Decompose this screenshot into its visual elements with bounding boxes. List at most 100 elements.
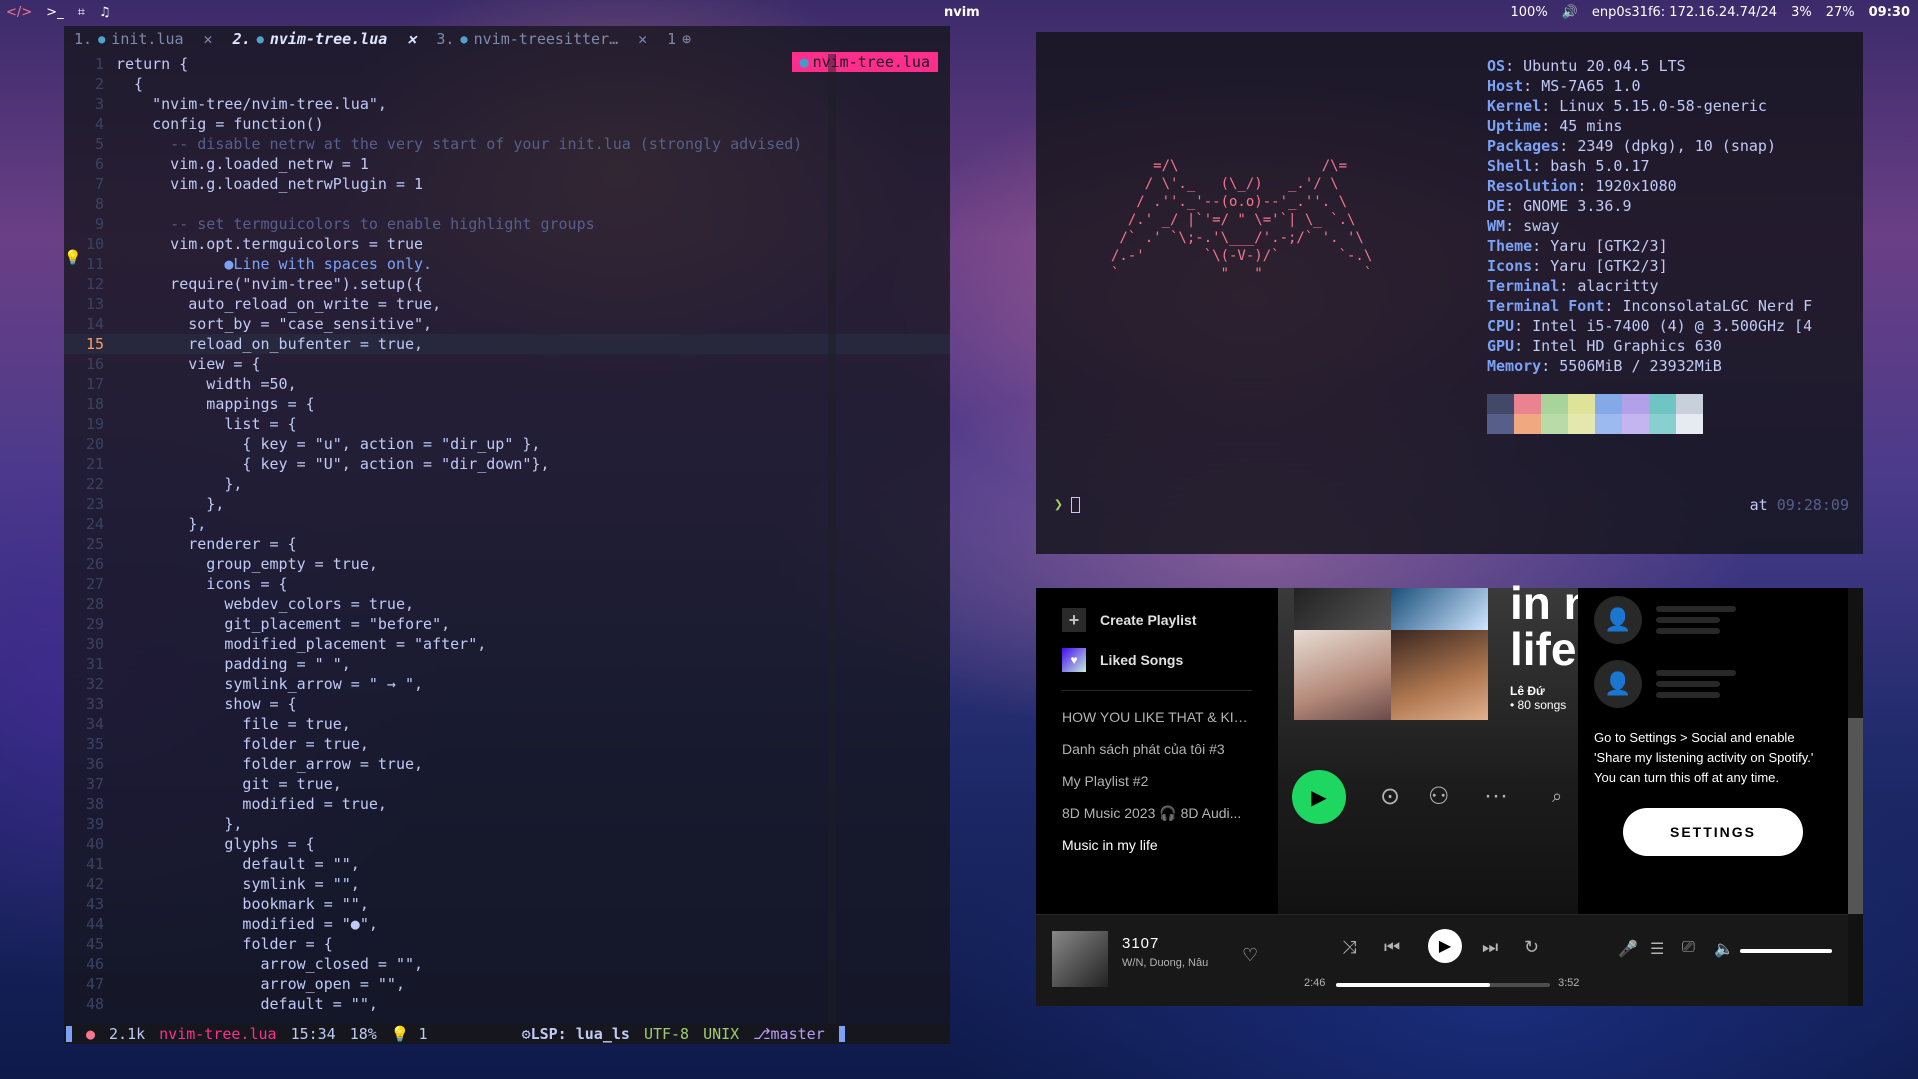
create-playlist-button[interactable]: + Create Playlist xyxy=(1036,600,1278,640)
code-line[interactable]: 8 xyxy=(64,194,950,214)
code-line[interactable]: 12 require("nvim-tree").setup({ xyxy=(64,274,950,294)
liked-songs-button[interactable]: ♥ Liked Songs xyxy=(1036,640,1278,680)
close-icon[interactable]: ✕ xyxy=(204,29,213,49)
now-playing-artist[interactable]: W/N, Duong, Nâu xyxy=(1122,957,1208,969)
workspace-4[interactable]: ♫ xyxy=(99,5,111,20)
code-line[interactable]: 32 symlink_arrow = " → ", xyxy=(64,674,950,694)
search-icon[interactable]: ⌕ xyxy=(1552,786,1562,807)
code-line[interactable]: 7 vim.g.loaded_netrwPlugin = 1 xyxy=(64,174,950,194)
code-line[interactable]: 13 auto_reload_on_write = true, xyxy=(64,294,950,314)
repeat-icon[interactable]: ↻ xyxy=(1524,937,1539,958)
add-user-icon[interactable]: ⚇ xyxy=(1428,782,1450,811)
code-line[interactable]: 37 git = true, xyxy=(64,774,950,794)
sidebar-playlist-item[interactable]: 8D Music 2023 🎧 8D Audi... xyxy=(1036,797,1252,829)
code-line[interactable]: 30 modified_placement = "after", xyxy=(64,634,950,654)
code-line[interactable]: 46 arrow_closed = "", xyxy=(64,954,950,974)
volume-icon[interactable]: 🔈 xyxy=(1714,939,1734,959)
code-line[interactable]: 35 folder = true, xyxy=(64,734,950,754)
tab-nvim-tree-lua[interactable]: 2. ● nvim-tree.lua ✕ xyxy=(223,26,427,52)
code-line[interactable]: 40 glyphs = { xyxy=(64,834,950,854)
spotify-window[interactable]: + Create Playlist ♥ Liked Songs HOW YOU … xyxy=(1036,580,1863,1006)
volume-icon[interactable]: 🔊 xyxy=(1562,5,1578,20)
code-line[interactable]: 6 vim.g.loaded_netrw = 1 xyxy=(64,154,950,174)
lightbulb-icon[interactable]: 💡 xyxy=(64,248,81,268)
code-line[interactable]: 44 modified = "●", xyxy=(64,914,950,934)
scrollbar[interactable] xyxy=(1848,718,1863,914)
shuffle-icon[interactable]: ⤨ xyxy=(1342,937,1356,958)
close-icon[interactable]: ✕ xyxy=(638,29,647,49)
tab-nvim-treesitter[interactable]: 3. ● nvim-treesitter… ✕ xyxy=(426,26,657,52)
code-line[interactable]: 22 }, xyxy=(64,474,950,494)
workspace-2[interactable]: >_ xyxy=(46,5,63,20)
line-number: 7 xyxy=(94,175,104,193)
terminal-window[interactable]: =/\ /\= / \'._ (\_/) _.'/ \ / .''._'--(o… xyxy=(1036,32,1863,554)
code-line[interactable]: 20 { key = "u", action = "dir_up" }, xyxy=(64,434,950,454)
previous-icon[interactable]: ⏮ xyxy=(1384,937,1400,958)
code-line[interactable]: 5 -- disable netrw at the very start of … xyxy=(64,134,950,154)
settings-button[interactable]: SETTINGS xyxy=(1623,808,1803,856)
code-line[interactable]: 43 bookmark = "", xyxy=(64,894,950,914)
queue-icon[interactable]: ☰ xyxy=(1650,939,1664,959)
microphone-icon[interactable]: 🎤 xyxy=(1618,939,1638,959)
code-line[interactable]: 38 modified = true, xyxy=(64,794,950,814)
code-line[interactable]: 14 sort_by = "case_sensitive", xyxy=(64,314,950,334)
code-line[interactable]: 23 }, xyxy=(64,494,950,514)
tab-init-lua[interactable]: 1. ● init.lua ✕ xyxy=(64,26,223,52)
sidebar-playlist-item[interactable]: My Playlist #2 xyxy=(1036,765,1252,797)
like-heart-icon[interactable]: ♡ xyxy=(1242,945,1258,966)
workspace-1[interactable]: </> xyxy=(6,5,32,20)
device-icon[interactable]: ⎚ xyxy=(1682,939,1695,957)
sidebar-playlist-item[interactable]: HOW YOU LIKE THAT & KIL... xyxy=(1036,701,1252,733)
sidebar-playlist-item[interactable]: Music in my life xyxy=(1036,829,1252,861)
code-line[interactable]: 2 { xyxy=(64,74,950,94)
progress-bar[interactable] xyxy=(1336,983,1550,987)
next-icon[interactable]: ⏭ xyxy=(1482,937,1498,958)
code-line[interactable]: 27 icons = { xyxy=(64,574,950,594)
play-button[interactable]: ▶ xyxy=(1292,770,1346,824)
code-line[interactable]: 3 "nvim-tree/nvim-tree.lua", xyxy=(64,94,950,114)
nvim-window[interactable]: 1. ● init.lua ✕ 2. ● nvim-tree.lua ✕ 3. … xyxy=(64,26,950,1044)
code-line[interactable]: 24 }, xyxy=(64,514,950,534)
code-line[interactable]: 45 folder = { xyxy=(64,934,950,954)
close-icon[interactable]: ✕ xyxy=(407,29,416,49)
playlist-owner[interactable]: Lê Đứ • 80 songs xyxy=(1510,684,1578,712)
line-text: }, xyxy=(116,475,243,493)
code-line[interactable]: 48 default = "", xyxy=(64,994,950,1014)
now-playing-title[interactable]: 3107 xyxy=(1122,935,1159,952)
code-line[interactable]: 21 { key = "U", action = "dir_down"}, xyxy=(64,454,950,474)
code-line[interactable]: 36 folder_arrow = true, xyxy=(64,754,950,774)
code-line[interactable]: 31 padding = " ", xyxy=(64,654,950,674)
code-line[interactable]: 10 vim.opt.termguicolors = true xyxy=(64,234,950,254)
code-line[interactable]: 11 ●Line with spaces only. xyxy=(64,254,950,274)
workspace-3[interactable]: ⌗ xyxy=(78,5,85,20)
code-line[interactable]: 29 git_placement = "before", xyxy=(64,614,950,634)
code-line[interactable]: 41 default = "", xyxy=(64,854,950,874)
code-line[interactable]: 4 config = function() xyxy=(64,114,950,134)
code-line[interactable]: 28 webdev_colors = true, xyxy=(64,594,950,614)
code-line[interactable]: 39 }, xyxy=(64,814,950,834)
more-icon[interactable]: ··· xyxy=(1484,782,1508,810)
window-separator xyxy=(828,54,836,1026)
shell-prompt[interactable]: ❯ xyxy=(1054,494,1081,514)
code-line[interactable]: 25 renderer = { xyxy=(64,534,950,554)
code-line[interactable]: 19 list = { xyxy=(64,414,950,434)
new-tab-icon[interactable]: ⊕ xyxy=(682,29,691,49)
play-pause-button[interactable]: ▶ xyxy=(1428,929,1462,963)
code-line[interactable]: 18 mappings = { xyxy=(64,394,950,414)
code-line[interactable]: 34 file = true, xyxy=(64,714,950,734)
tab-count[interactable]: 1 ⊕ xyxy=(657,26,701,52)
code-line[interactable]: 26 group_empty = true, xyxy=(64,554,950,574)
code-line[interactable]: 15 reload_on_bufenter = true, xyxy=(64,334,950,354)
now-playing-cover[interactable] xyxy=(1052,931,1108,987)
code-buffer[interactable]: 1 return {2 {3 "nvim-tree/nvim-tree.lua",… xyxy=(64,54,950,1026)
code-line[interactable]: 1 return { xyxy=(64,54,950,74)
sidebar-playlist-item[interactable]: Danh sách phát của tôi #3 xyxy=(1036,733,1252,765)
download-icon[interactable]: ⊙ xyxy=(1380,782,1400,811)
code-line[interactable]: 47 arrow_open = "", xyxy=(64,974,950,994)
code-line[interactable]: 33 show = { xyxy=(64,694,950,714)
volume-slider[interactable] xyxy=(1740,949,1832,953)
code-line[interactable]: 9 -- set termguicolors to enable highlig… xyxy=(64,214,950,234)
code-line[interactable]: 17 width =50, xyxy=(64,374,950,394)
code-line[interactable]: 16 view = { xyxy=(64,354,950,374)
code-line[interactable]: 42 symlink = "", xyxy=(64,874,950,894)
